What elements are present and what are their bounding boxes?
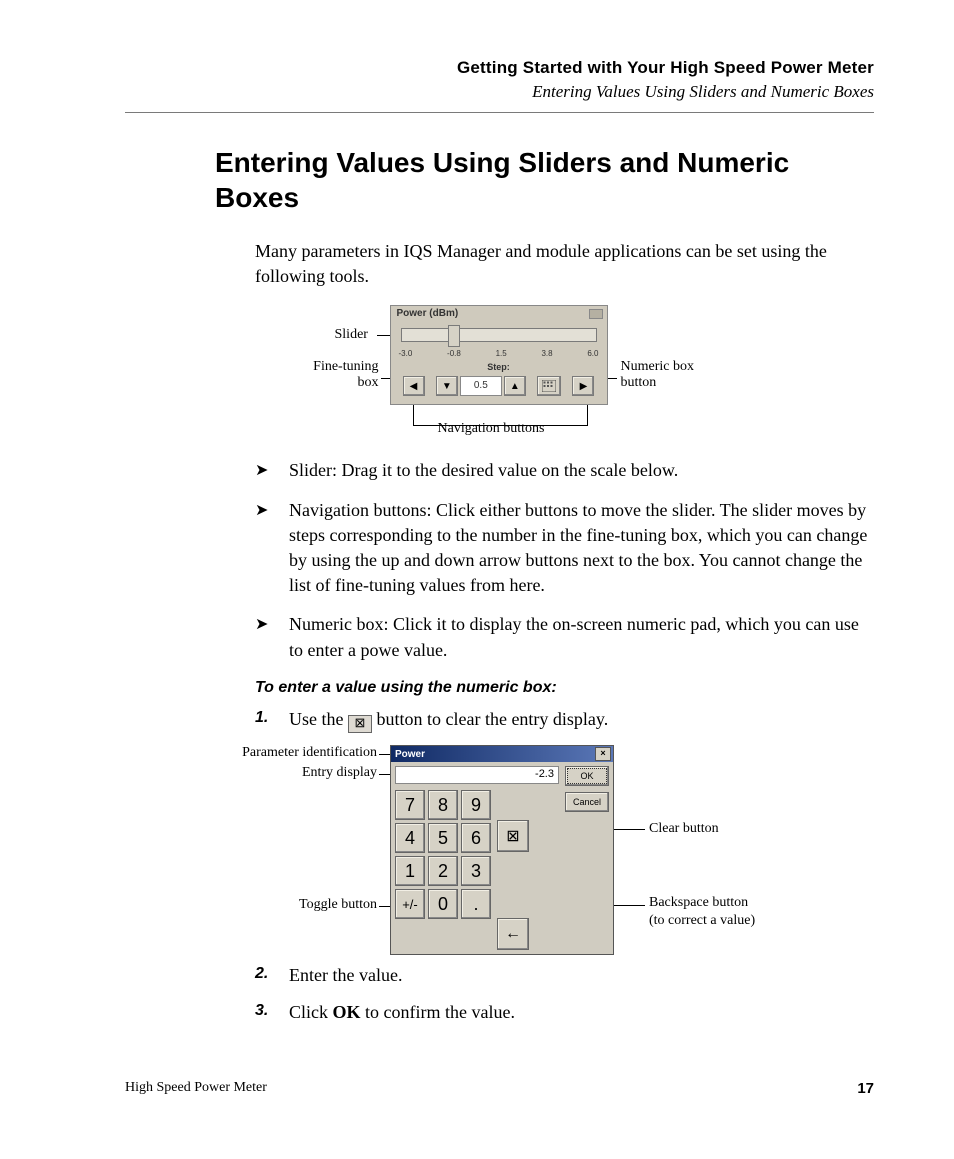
steps-list: Use the button to clear the entry displa…: [255, 707, 874, 733]
step-down-button[interactable]: ▼: [436, 376, 458, 396]
step3-before: Click: [289, 1002, 333, 1022]
callout-numeric-box-button: Numeric box button: [621, 359, 721, 391]
panel-collapse-button[interactable]: [589, 309, 603, 319]
slider-thumb[interactable]: [448, 325, 460, 347]
keypad-icon: [542, 380, 556, 392]
footer: High Speed Power Meter 17: [125, 1080, 874, 1097]
key-5[interactable]: 5: [428, 823, 458, 853]
slider-track[interactable]: [401, 328, 597, 342]
body-column: Slider: Drag it to the desired value on …: [255, 458, 874, 733]
callout-fine-tuning: Fine-tuning box: [299, 359, 379, 391]
entry-display[interactable]: -2.3: [395, 766, 559, 784]
intro-paragraph: Many parameters in IQS Manager and modul…: [255, 239, 874, 289]
key-toggle-sign[interactable]: +/-: [395, 889, 425, 919]
keypad-titlebar[interactable]: Power ×: [391, 746, 613, 762]
step-3: Click OK to confirm the value.: [255, 1000, 874, 1025]
callout-parameter-identification: Parameter identification: [197, 745, 377, 761]
step1-after: button to clear the entry display.: [376, 709, 608, 729]
key-6[interactable]: 6: [461, 823, 491, 853]
step-input[interactable]: 0.5: [460, 376, 502, 396]
callout-navigation-buttons: Navigation buttons: [438, 421, 545, 437]
callout-clear-button: Clear button: [649, 821, 719, 837]
callout-backspace-l2: (to correct a value): [649, 913, 755, 929]
tick: 6.0: [587, 349, 598, 358]
header-rule: [125, 112, 874, 113]
nav-left-button[interactable]: ◀: [403, 376, 425, 396]
chapter-title: Getting Started with Your High Speed Pow…: [125, 58, 874, 78]
key-8[interactable]: 8: [428, 790, 458, 820]
section-title-running: Entering Values Using Sliders and Numeri…: [125, 82, 874, 102]
procedure-heading: To enter a value using the numeric box:: [255, 677, 874, 699]
callout-line: [413, 405, 414, 425]
body-column: Enter the value. Click OK to confirm the…: [255, 963, 874, 1025]
key-decimal[interactable]: .: [461, 889, 491, 919]
page: Getting Started with Your High Speed Pow…: [0, 0, 954, 1159]
keypad-title: Power: [395, 749, 425, 760]
key-3[interactable]: 3: [461, 856, 491, 886]
key-7[interactable]: 7: [395, 790, 425, 820]
bullet-nav: Navigation buttons: Click either buttons…: [255, 498, 874, 599]
key-4[interactable]: 4: [395, 823, 425, 853]
step3-after: to confirm the value.: [361, 1002, 515, 1022]
nav-right-button[interactable]: ▶: [572, 376, 594, 396]
step-1: Use the button to clear the entry displa…: [255, 707, 874, 733]
running-head: Getting Started with Your High Speed Pow…: [125, 58, 874, 102]
clear-button[interactable]: ⊠: [497, 820, 529, 852]
tick: -0.8: [447, 349, 461, 358]
bullet-list: Slider: Drag it to the desired value on …: [255, 458, 874, 662]
cancel-button[interactable]: Cancel: [565, 792, 609, 812]
footer-doc-title: High Speed Power Meter: [125, 1080, 267, 1097]
clear-icon: [348, 715, 372, 733]
keypad-right: OK Cancel: [565, 766, 609, 950]
slider-figure: Slider Fine-tuning box Numeric box butto…: [195, 305, 805, 440]
callout-entry-display: Entry display: [277, 765, 377, 781]
numeric-box-button[interactable]: [537, 376, 561, 396]
body-column: Many parameters in IQS Manager and modul…: [255, 239, 874, 289]
page-number: 17: [857, 1080, 874, 1097]
key-2[interactable]: 2: [428, 856, 458, 886]
bullet-slider: Slider: Drag it to the desired value on …: [255, 458, 874, 483]
steps-list-continued: Enter the value. Click OK to confirm the…: [255, 963, 874, 1025]
backspace-button[interactable]: ←: [497, 918, 529, 950]
keypad-left: -2.3 7 8 9 4 5 6 1 2 3 +/-: [395, 766, 559, 950]
callout-slider: Slider: [335, 327, 368, 343]
callout-line: [413, 425, 588, 426]
tick-labels: -3.0 -0.8 1.5 3.8 6.0: [399, 349, 599, 358]
tick: -3.0: [399, 349, 413, 358]
keypad-body: -2.3 7 8 9 4 5 6 1 2 3 +/-: [391, 762, 613, 954]
key-0[interactable]: 0: [428, 889, 458, 919]
tick: 3.8: [541, 349, 552, 358]
ok-button[interactable]: OK: [565, 766, 609, 786]
slider-panel: Power (dBm) -3.0 -0.8 1.5 3.8 6.0 Step: …: [390, 305, 608, 405]
tick: 1.5: [496, 349, 507, 358]
step1-before: Use the: [289, 709, 348, 729]
step-2: Enter the value.: [255, 963, 874, 988]
step3-bold: OK: [333, 1002, 361, 1022]
keypad-figure: Parameter identification Entry display T…: [197, 745, 897, 945]
callout-line: [587, 405, 588, 425]
keypad-grid: 7 8 9 4 5 6 1 2 3 +/- 0 .: [395, 790, 491, 950]
callout-backspace-l1: Backspace button: [649, 895, 748, 911]
callout-toggle-button: Toggle button: [277, 897, 377, 913]
step-label: Step:: [391, 362, 607, 372]
keypad-window: Power × -2.3 7 8 9 4 5 6 1: [390, 745, 614, 955]
key-1[interactable]: 1: [395, 856, 425, 886]
bullet-numeric: Numeric box: Click it to display the on-…: [255, 612, 874, 662]
page-title: Entering Values Using Sliders and Numeri…: [215, 145, 855, 215]
controls-row: ◀ ▼ 0.5 ▲ ▶: [403, 376, 595, 396]
close-button[interactable]: ×: [595, 747, 611, 761]
key-9[interactable]: 9: [461, 790, 491, 820]
panel-title: Power (dBm): [397, 308, 459, 319]
keypad-side: ⊠ ←: [497, 790, 529, 950]
step-up-button[interactable]: ▲: [504, 376, 526, 396]
